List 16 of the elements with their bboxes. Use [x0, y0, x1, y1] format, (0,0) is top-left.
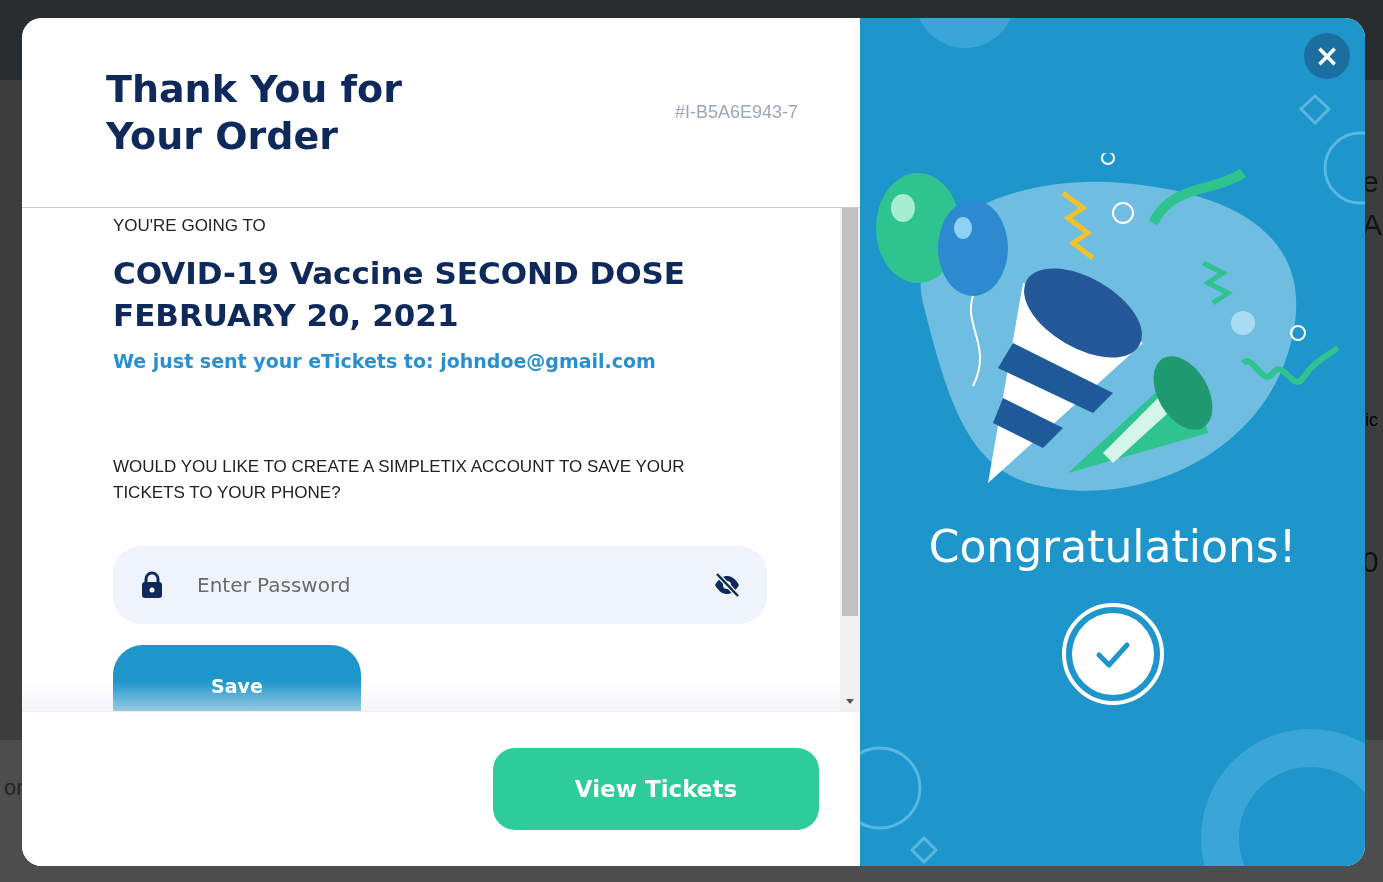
password-field[interactable]: Enter Password — [113, 546, 767, 624]
intro-label: YOU'RE GOING TO — [113, 216, 267, 236]
check-circle-icon — [1060, 602, 1165, 706]
close-button[interactable]: × — [1304, 33, 1350, 79]
save-button[interactable]: Save — [113, 645, 361, 711]
order-number: #I-B5A6E943-7 — [674, 102, 798, 123]
view-tickets-button[interactable]: View Tickets — [493, 748, 819, 830]
background-text: ic — [1365, 410, 1378, 431]
congratulations-heading: Congratulations! — [928, 521, 1297, 572]
account-question: WOULD YOU LIKE TO CREATE A SIMPLETIX ACCOUNT TO SAVE YOUR TICKETS TO YOUR PHONE? — [113, 456, 686, 504]
scrollbar[interactable] — [840, 208, 860, 711]
email-note: We just sent your eTickets to: johndoe@gmail.com — [113, 350, 657, 372]
dialog-title: Thank You for Your Order — [106, 65, 402, 160]
eye-slash-icon[interactable] — [713, 572, 741, 598]
caret-icon[interactable] — [846, 699, 854, 704]
event-title: COVID-19 Vaccine SECOND DOSE FEBRUARY 20, 2021 — [113, 254, 687, 335]
